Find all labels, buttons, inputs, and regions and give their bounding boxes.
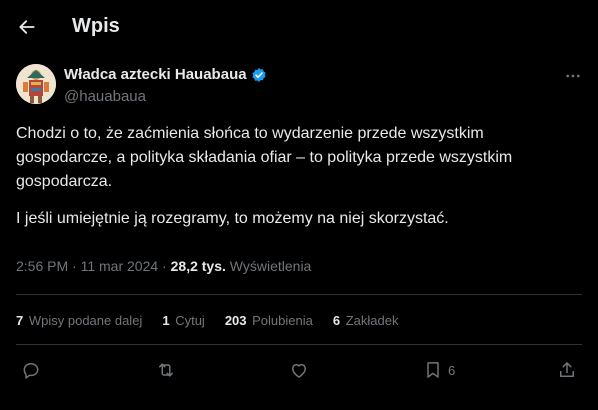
stat-label: Polubienia <box>252 313 313 328</box>
tweet-time[interactable]: 2:56 PM <box>16 258 68 274</box>
author-name[interactable]: Władca aztecki Hauabaua <box>64 66 267 83</box>
tweet-meta: 2:56 PM · 11 mar 2024 · 28,2 tys. Wyświe… <box>16 258 311 274</box>
author-handle[interactable]: @hauabaua <box>64 88 146 105</box>
verified-badge-icon <box>251 67 266 82</box>
stat-likes[interactable]: 203 Polubienia <box>225 313 313 328</box>
share-icon <box>560 362 574 377</box>
tweet-date[interactable]: 11 mar 2024 <box>81 258 159 274</box>
back-arrow-icon <box>19 20 35 34</box>
share-button[interactable] <box>557 357 577 383</box>
page-title: Wpis <box>72 15 120 37</box>
divider <box>16 294 582 295</box>
tweet-paragraph: Chodzi o to, że zaćmienia słońca to wyda… <box>16 125 513 190</box>
stat-number: 1 <box>162 313 170 328</box>
stat-label: Cytuj <box>175 313 205 328</box>
reply-icon <box>23 363 39 379</box>
meta-separator: · <box>158 258 171 274</box>
tweet-paragraph: I jeśli umiejętnie ją rozegramy, to może… <box>16 210 449 227</box>
avatar[interactable] <box>16 64 56 104</box>
stat-reposts[interactable]: 7 Wpisy podane dalej <box>16 313 142 328</box>
divider <box>16 344 582 345</box>
like-icon <box>292 363 306 378</box>
reply-button[interactable] <box>21 357 41 383</box>
back-button[interactable] <box>14 14 40 40</box>
stat-number: 7 <box>16 313 24 328</box>
bookmark-count: 6 <box>448 362 456 378</box>
more-button[interactable] <box>563 66 583 86</box>
retweet-button[interactable] <box>156 357 176 383</box>
stat-bookmarks[interactable]: 6 Zakładek <box>333 313 399 328</box>
meta-separator: · <box>68 258 81 274</box>
views-count: 28,2 tys. <box>170 258 226 274</box>
bookmark-icon <box>427 362 439 378</box>
action-bar: 6 <box>0 357 598 383</box>
tweet-text: Chodzi o to, że zaćmienia słońca to wyda… <box>16 122 576 231</box>
like-button[interactable] <box>289 357 309 383</box>
views-label: Wyświetlenia <box>229 258 312 274</box>
more-icon <box>566 74 580 78</box>
tweet-stats: 7 Wpisy podane dalej 1 Cytuj 203 Polubie… <box>16 313 418 328</box>
bookmark-button[interactable]: 6 <box>423 357 455 383</box>
stat-quotes[interactable]: 1 Cytuj <box>162 313 204 328</box>
header: Wpis <box>0 0 598 55</box>
avatar-image <box>16 64 56 104</box>
retweet-icon <box>159 363 173 377</box>
stat-number: 6 <box>332 313 341 328</box>
stat-number: 203 <box>224 313 247 328</box>
author-name-text: Władca aztecki Hauabaua <box>64 66 247 83</box>
stat-label: Zakładek <box>345 313 399 328</box>
stat-label: Wpisy podane dalej <box>28 313 143 328</box>
